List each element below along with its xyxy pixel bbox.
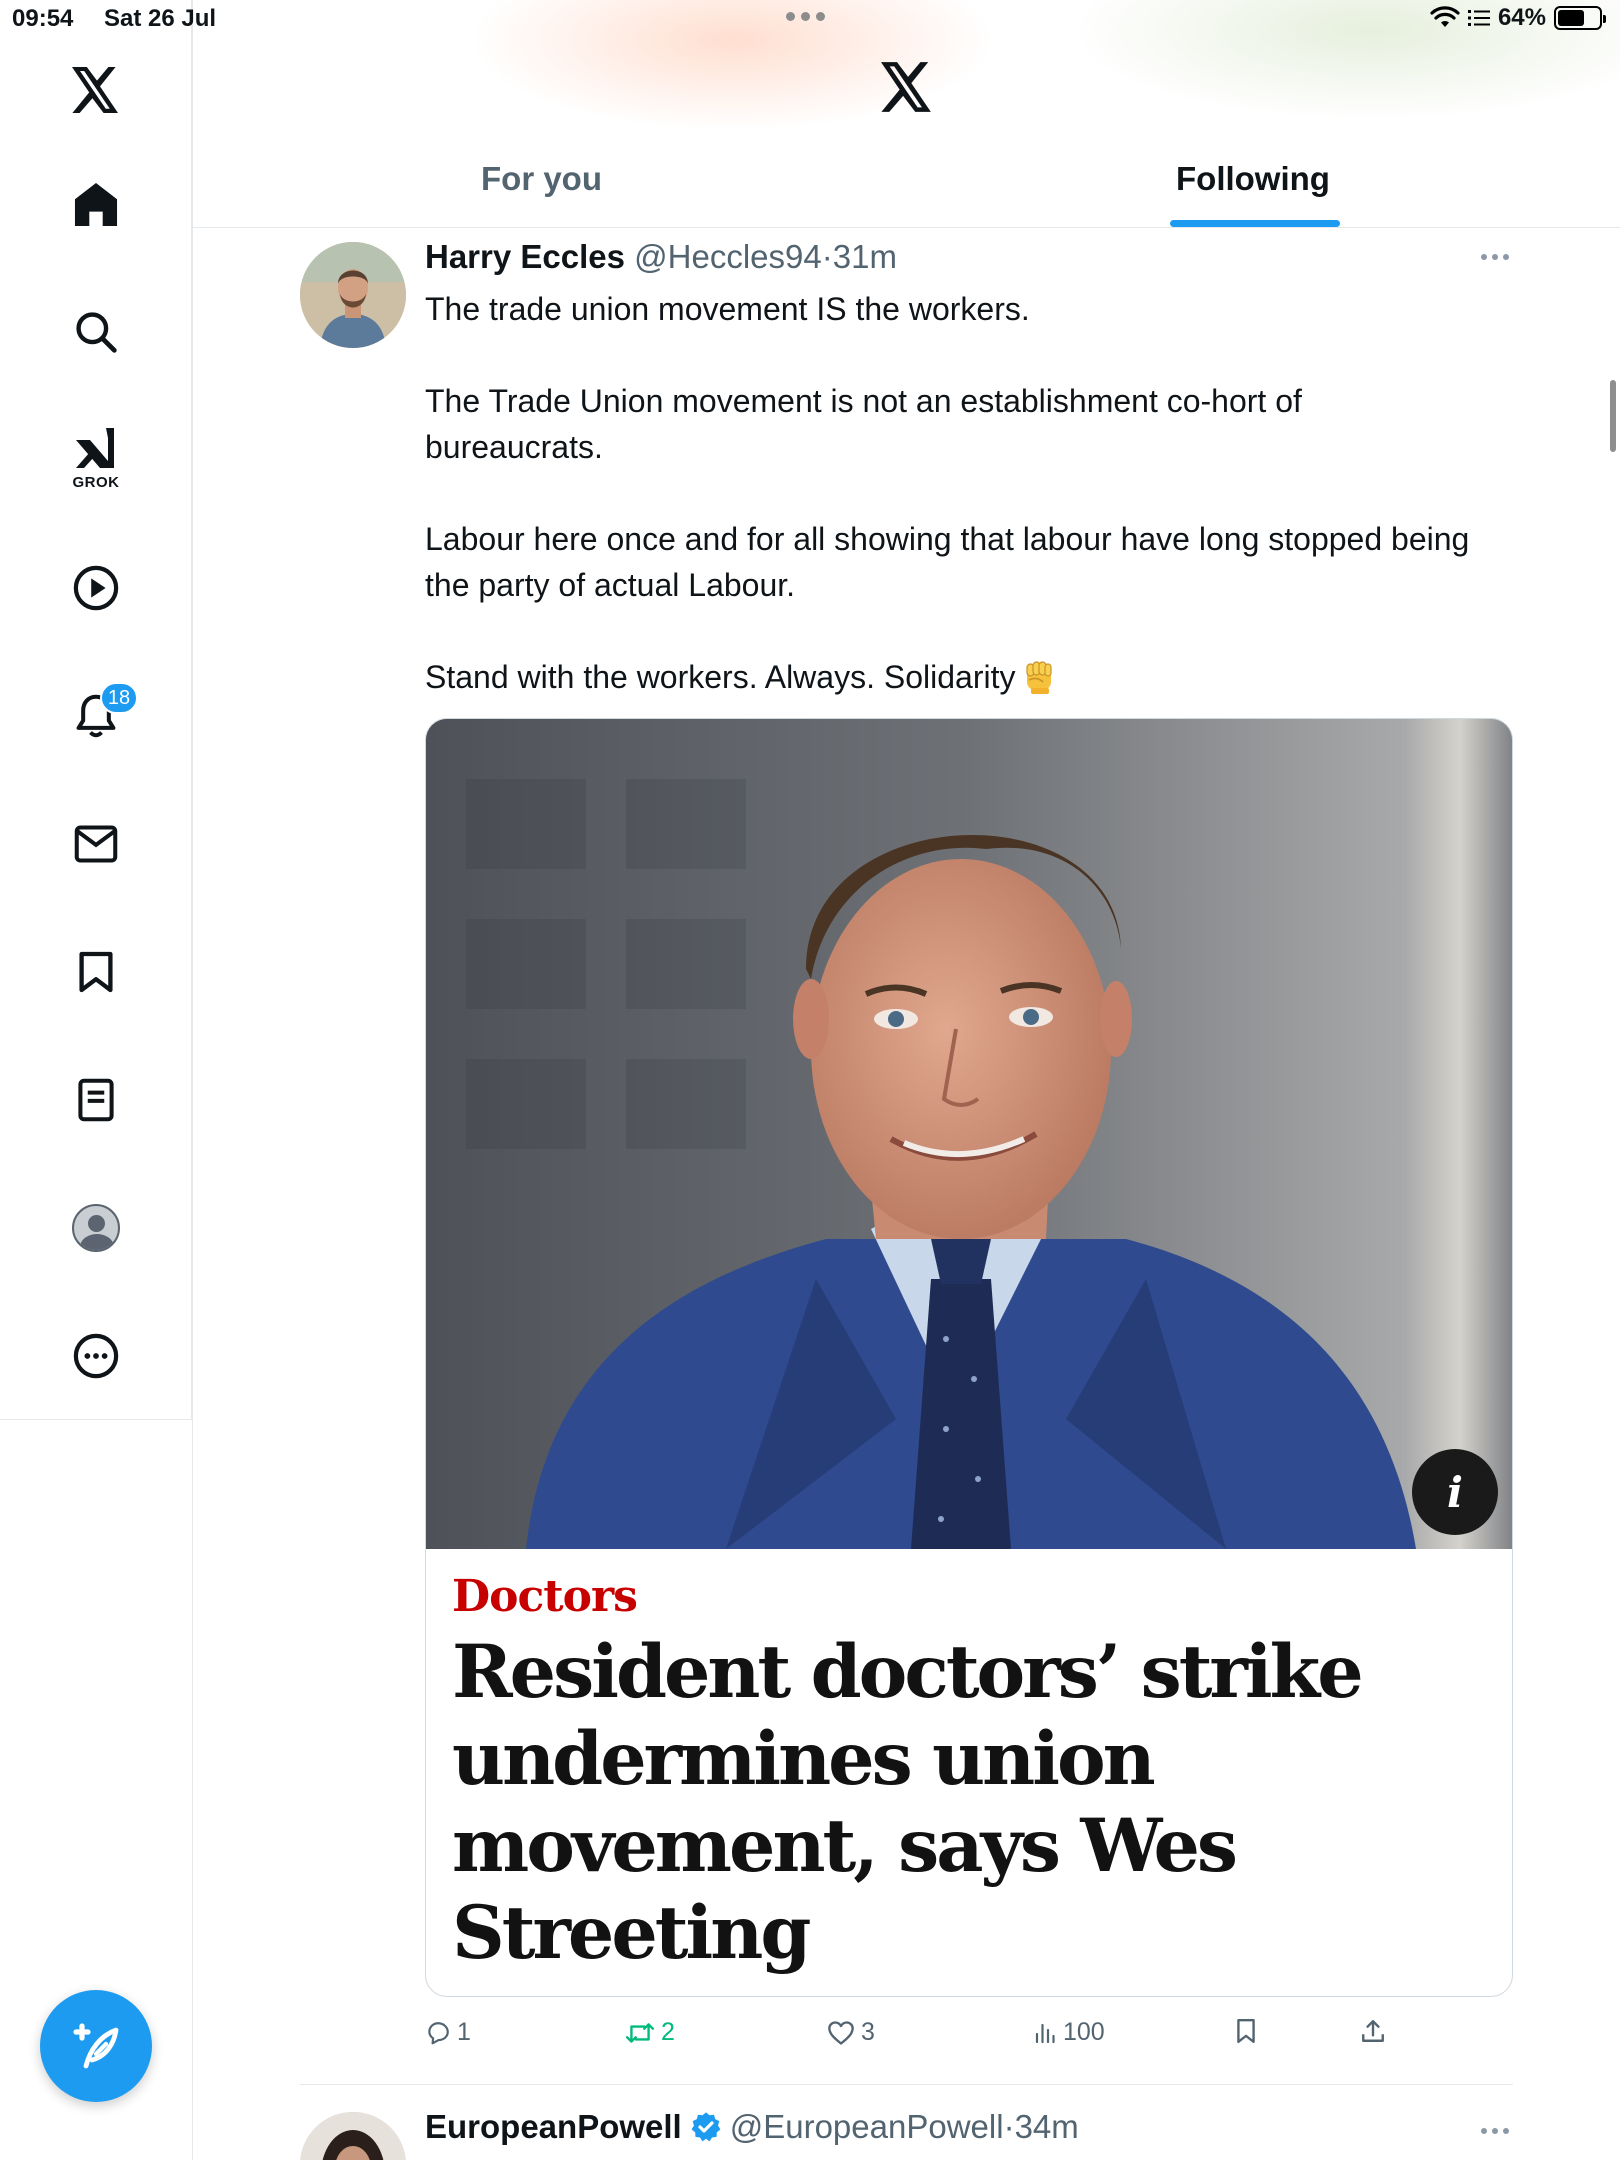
- bookmark-button[interactable]: [1235, 2018, 1257, 2044]
- sidebar-item-grok[interactable]: GROK: [56, 418, 136, 498]
- sidebar: GROK 18: [0, 0, 192, 1420]
- sidebar-item-videos[interactable]: [56, 548, 136, 628]
- card-kicker: Doctors: [452, 1571, 638, 1622]
- tweet-author-name[interactable]: Harry Eccles: [425, 238, 625, 275]
- tweet-separator: ·: [821, 238, 833, 275]
- verified-badge-icon: [691, 2112, 721, 2142]
- tweet-divider: [300, 2084, 1513, 2085]
- tweet-author-handle[interactable]: @Heccles94: [634, 238, 822, 275]
- share-button[interactable]: [1360, 2018, 1386, 2044]
- tweet-more-button[interactable]: [1481, 254, 1509, 260]
- info-button[interactable]: i: [1412, 1449, 1498, 1535]
- heart-icon: [828, 2020, 854, 2045]
- x-logo-icon: [881, 62, 931, 112]
- views-chart-icon: [1035, 2023, 1055, 2043]
- search-icon: [76, 312, 117, 353]
- status-time: 09:54: [12, 5, 74, 32]
- tweet-paragraph: The Trade Union movement is not an estab…: [425, 383, 1302, 465]
- tweet2-separator: ·: [1003, 2108, 1015, 2145]
- tweet-paragraph: The trade union movement IS the workers.: [425, 291, 1030, 327]
- grok-icon: [76, 427, 114, 468]
- repost-button[interactable]: 2: [625, 2018, 675, 2047]
- tweet2-more-button[interactable]: [1481, 2128, 1509, 2134]
- views-count: 100: [1063, 2018, 1105, 2046]
- like-count: 3: [861, 2018, 875, 2046]
- active-tab-indicator: [1170, 220, 1340, 227]
- views-button[interactable]: 100: [1033, 2018, 1105, 2047]
- compose-feather-icon: [73, 2023, 119, 2069]
- tweet2-timestamp[interactable]: 34m: [1015, 2108, 1079, 2145]
- sidebar-item-notifications[interactable]: 18: [56, 676, 138, 756]
- tweet-paragraph-last: Stand with the workers. Always. Solidari…: [425, 654, 1485, 700]
- reply-count: 1: [457, 2018, 471, 2046]
- tweet2-author-name[interactable]: EuropeanPowell: [425, 2108, 682, 2146]
- tweet-timestamp[interactable]: 31m: [833, 238, 897, 275]
- grok-label: GROK: [72, 473, 120, 491]
- sidebar-item-explore[interactable]: [56, 292, 136, 372]
- card-photo: [426, 719, 1512, 1549]
- scrollbar[interactable]: [1610, 380, 1616, 452]
- repost-icon: [625, 2022, 655, 2043]
- compose-button[interactable]: [40, 1990, 152, 2102]
- home-icon: [74, 182, 118, 226]
- mail-icon: [74, 825, 118, 863]
- sidebar-item-lists[interactable]: [56, 1060, 136, 1140]
- battery-icon: [1554, 6, 1606, 30]
- card-image[interactable]: [426, 719, 1512, 1549]
- tweet-text: The trade union movement IS the workers.…: [425, 286, 1485, 700]
- x-logo[interactable]: [56, 50, 136, 130]
- share-icon: [1362, 2020, 1384, 2042]
- tweet2-header: EuropeanPowell @EuropeanPowell·34m: [425, 2108, 1079, 2146]
- status-bar: 09:54 Sat 26 Jul 64%: [0, 0, 1620, 40]
- bookmark-icon: [79, 951, 113, 993]
- status-indicators: 64%: [1430, 4, 1606, 32]
- notification-badge: 18: [100, 682, 138, 714]
- sidebar-item-messages[interactable]: [56, 804, 136, 884]
- link-card[interactable]: i Doctors Resident doctors’ strike under…: [425, 718, 1513, 1997]
- tweet2-author-handle[interactable]: @EuropeanPowell: [730, 2108, 1004, 2145]
- multitasking-dots[interactable]: [786, 12, 825, 21]
- reply-button[interactable]: 1: [425, 2018, 471, 2047]
- tab-for-you[interactable]: For you: [481, 160, 602, 198]
- status-date: Sat 26 Jul: [104, 5, 217, 32]
- sidebar-divider: [192, 0, 193, 2160]
- bookmark-icon: [1237, 2018, 1255, 2044]
- sidebar-item-home[interactable]: [56, 164, 136, 244]
- tweet-header: Harry Eccles @Heccles94·31m: [425, 238, 897, 276]
- repost-count: 2: [661, 2018, 675, 2046]
- tweet-paragraph: Labour here once and for all showing tha…: [425, 521, 1470, 603]
- sidebar-item-bookmarks[interactable]: [56, 932, 136, 1012]
- tweet2-author-avatar[interactable]: [300, 2112, 406, 2160]
- tweet-actions: 1 2 3 100: [425, 2018, 1505, 2058]
- sidebar-item-profile[interactable]: [56, 1188, 136, 1268]
- avatar-icon: [72, 1204, 120, 1252]
- like-button[interactable]: 3: [827, 2018, 875, 2047]
- wifi-icon: [1430, 6, 1460, 27]
- reply-icon: [428, 2021, 449, 2044]
- battery-percent: 64%: [1497, 4, 1546, 31]
- card-headline: Resident doctors’ strike undermines unio…: [452, 1629, 1364, 1976]
- tweet-paragraph: Stand with the workers. Always. Solidari…: [425, 659, 1016, 695]
- tab-following[interactable]: Following: [1176, 160, 1330, 198]
- focus-list-icon: [1467, 10, 1490, 26]
- more-circle-icon: [73, 1333, 119, 1379]
- tweet-author-avatar[interactable]: [300, 242, 406, 348]
- sidebar-item-more[interactable]: [56, 1316, 136, 1396]
- x-logo-icon: [72, 67, 118, 113]
- raised-fist-emoji-icon: [1026, 661, 1053, 694]
- list-icon: [78, 1078, 114, 1122]
- play-icon: [73, 565, 119, 611]
- header-x-logo[interactable]: [881, 62, 933, 117]
